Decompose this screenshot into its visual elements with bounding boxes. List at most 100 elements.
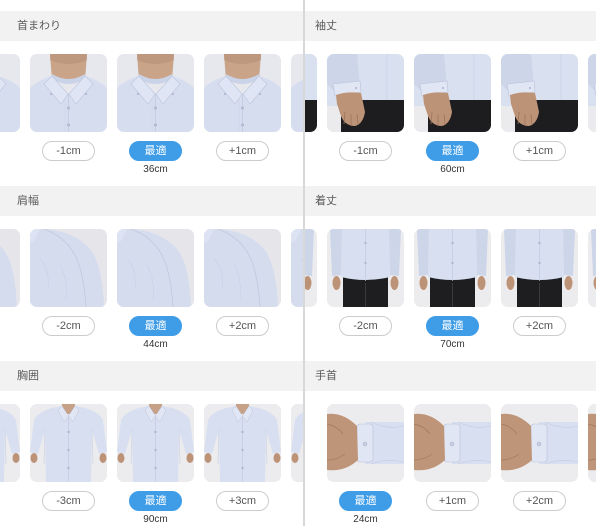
chest-photo-carousel[interactable] bbox=[0, 404, 303, 482]
length-photo-minus-2cm[interactable] bbox=[327, 229, 404, 307]
wrist-option-plus-2cm[interactable]: +2cm bbox=[513, 491, 566, 511]
neck-section-header: 首まわり bbox=[0, 11, 303, 41]
sleeve-photo-image bbox=[414, 54, 491, 132]
chest-photo-partial-right[interactable] bbox=[291, 404, 303, 482]
wrist-photo-image bbox=[501, 404, 578, 482]
length-section: 着丈 -2cm 最適 +2cm 70cm bbox=[305, 186, 596, 361]
wrist-section-label: 手首 bbox=[315, 370, 337, 382]
length-photo-image bbox=[327, 229, 404, 307]
sleeve-fit-size: 60cm bbox=[440, 164, 465, 175]
right-column: 袖丈 -1cm 最適 +1cm 60cm 着丈 -2cm 最適 +2cm 70c… bbox=[305, 0, 596, 526]
length-option-plus-2cm[interactable]: +2cm bbox=[513, 316, 566, 336]
sleeve-photo-fit[interactable] bbox=[414, 54, 491, 132]
shoulder-photo-image bbox=[117, 229, 194, 307]
sleeve-section-header: 袖丈 bbox=[305, 11, 596, 41]
chest-option-minus-3cm[interactable]: -3cm bbox=[42, 491, 95, 511]
neck-photo-partial-left[interactable] bbox=[0, 54, 20, 132]
sleeve-photo-image bbox=[588, 54, 596, 132]
length-photo-plus-2cm[interactable] bbox=[501, 229, 578, 307]
neck-photo-carousel[interactable] bbox=[0, 54, 303, 132]
shoulder-photo-partial-left[interactable] bbox=[0, 229, 20, 307]
left-column: 首まわり -1cm 最適 +1cm 36cm 肩幅 -2cm 最適 +2cm 4… bbox=[0, 0, 303, 526]
neck-photo-plus-1cm[interactable] bbox=[204, 54, 281, 132]
shoulder-section-header: 肩幅 bbox=[0, 186, 303, 216]
collar-photo-image bbox=[117, 54, 194, 132]
shoulder-photo-image bbox=[0, 229, 20, 307]
length-photo-image bbox=[305, 229, 317, 307]
wrist-photo-image bbox=[588, 404, 596, 482]
sleeve-photo-image bbox=[501, 54, 578, 132]
sleeve-option-fit[interactable]: 最適 bbox=[426, 141, 479, 161]
length-photo-image bbox=[501, 229, 578, 307]
chest-photo-fit[interactable] bbox=[117, 404, 194, 482]
chest-fit-size: 90cm bbox=[143, 514, 168, 525]
shoulder-photo-partial-right[interactable] bbox=[291, 229, 303, 307]
shoulder-section-label: 肩幅 bbox=[17, 195, 39, 207]
chest-photo-image bbox=[204, 404, 281, 482]
shoulder-option-fit[interactable]: 最適 bbox=[129, 316, 182, 336]
length-section-header: 着丈 bbox=[305, 186, 596, 216]
length-photo-image bbox=[414, 229, 491, 307]
collar-photo-image bbox=[30, 54, 107, 132]
wrist-section: 手首 最適 +1cm +2cm 24cm bbox=[305, 361, 596, 526]
shoulder-photo-carousel[interactable] bbox=[0, 229, 303, 307]
wrist-photo-partial-right[interactable] bbox=[588, 404, 596, 482]
length-option-minus-2cm[interactable]: -2cm bbox=[339, 316, 392, 336]
shoulder-photo-minus-2cm[interactable] bbox=[30, 229, 107, 307]
collar-photo-image bbox=[291, 54, 303, 132]
chest-option-fit[interactable]: 最適 bbox=[129, 491, 182, 511]
chest-photo-image bbox=[30, 404, 107, 482]
length-photo-fit[interactable] bbox=[414, 229, 491, 307]
length-section-label: 着丈 bbox=[315, 195, 337, 207]
wrist-photo-carousel[interactable] bbox=[305, 404, 596, 482]
wrist-photo-image bbox=[414, 404, 491, 482]
length-fit-size: 70cm bbox=[440, 339, 465, 350]
neck-photo-fit[interactable] bbox=[117, 54, 194, 132]
wrist-photo-fit[interactable] bbox=[327, 404, 404, 482]
sleeve-photo-minus-1cm[interactable] bbox=[327, 54, 404, 132]
shoulder-option-plus-2cm[interactable]: +2cm bbox=[216, 316, 269, 336]
sleeve-photo-image bbox=[305, 54, 317, 132]
shoulder-photo-image bbox=[30, 229, 107, 307]
neck-photo-minus-1cm[interactable] bbox=[30, 54, 107, 132]
shoulder-fit-size: 44cm bbox=[143, 339, 168, 350]
neck-section-label: 首まわり bbox=[17, 20, 61, 32]
length-photo-image bbox=[588, 229, 596, 307]
sleeve-photo-plus-1cm[interactable] bbox=[501, 54, 578, 132]
length-photo-carousel[interactable] bbox=[305, 229, 596, 307]
shoulder-photo-plus-2cm[interactable] bbox=[204, 229, 281, 307]
shoulder-photo-image bbox=[291, 229, 303, 307]
chest-option-plus-3cm[interactable]: +3cm bbox=[216, 491, 269, 511]
chest-photo-partial-left[interactable] bbox=[0, 404, 20, 482]
shoulder-photo-fit[interactable] bbox=[117, 229, 194, 307]
length-photo-partial-right[interactable] bbox=[588, 229, 596, 307]
neck-option-plus-1cm[interactable]: +1cm bbox=[216, 141, 269, 161]
sleeve-option-plus-1cm[interactable]: +1cm bbox=[513, 141, 566, 161]
sleeve-photo-partial-right[interactable] bbox=[588, 54, 596, 132]
sleeve-photo-image bbox=[327, 54, 404, 132]
wrist-photo-plus-2cm[interactable] bbox=[501, 404, 578, 482]
wrist-photo-plus-1cm[interactable] bbox=[414, 404, 491, 482]
chest-photo-minus-3cm[interactable] bbox=[30, 404, 107, 482]
neck-option-fit[interactable]: 最適 bbox=[129, 141, 182, 161]
sleeve-option-minus-1cm[interactable]: -1cm bbox=[339, 141, 392, 161]
length-photo-partial-left[interactable] bbox=[305, 229, 317, 307]
shoulder-option-minus-2cm[interactable]: -2cm bbox=[42, 316, 95, 336]
shoulder-section: 肩幅 -2cm 最適 +2cm 44cm bbox=[0, 186, 303, 361]
neck-option-minus-1cm[interactable]: -1cm bbox=[42, 141, 95, 161]
chest-section-label: 胸囲 bbox=[17, 370, 39, 382]
chest-photo-plus-3cm[interactable] bbox=[204, 404, 281, 482]
wrist-fit-size: 24cm bbox=[353, 514, 378, 525]
wrist-option-fit[interactable]: 最適 bbox=[339, 491, 392, 511]
chest-section-header: 胸囲 bbox=[0, 361, 303, 391]
wrist-section-header: 手首 bbox=[305, 361, 596, 391]
neck-photo-partial-right[interactable] bbox=[291, 54, 303, 132]
wrist-option-plus-1cm[interactable]: +1cm bbox=[426, 491, 479, 511]
sleeve-photo-carousel[interactable] bbox=[305, 54, 596, 132]
chest-photo-image bbox=[291, 404, 303, 482]
collar-photo-image bbox=[0, 54, 20, 132]
chest-photo-image bbox=[117, 404, 194, 482]
length-option-fit[interactable]: 最適 bbox=[426, 316, 479, 336]
sleeve-section: 袖丈 -1cm 最適 +1cm 60cm bbox=[305, 11, 596, 186]
sleeve-photo-partial-left[interactable] bbox=[305, 54, 317, 132]
